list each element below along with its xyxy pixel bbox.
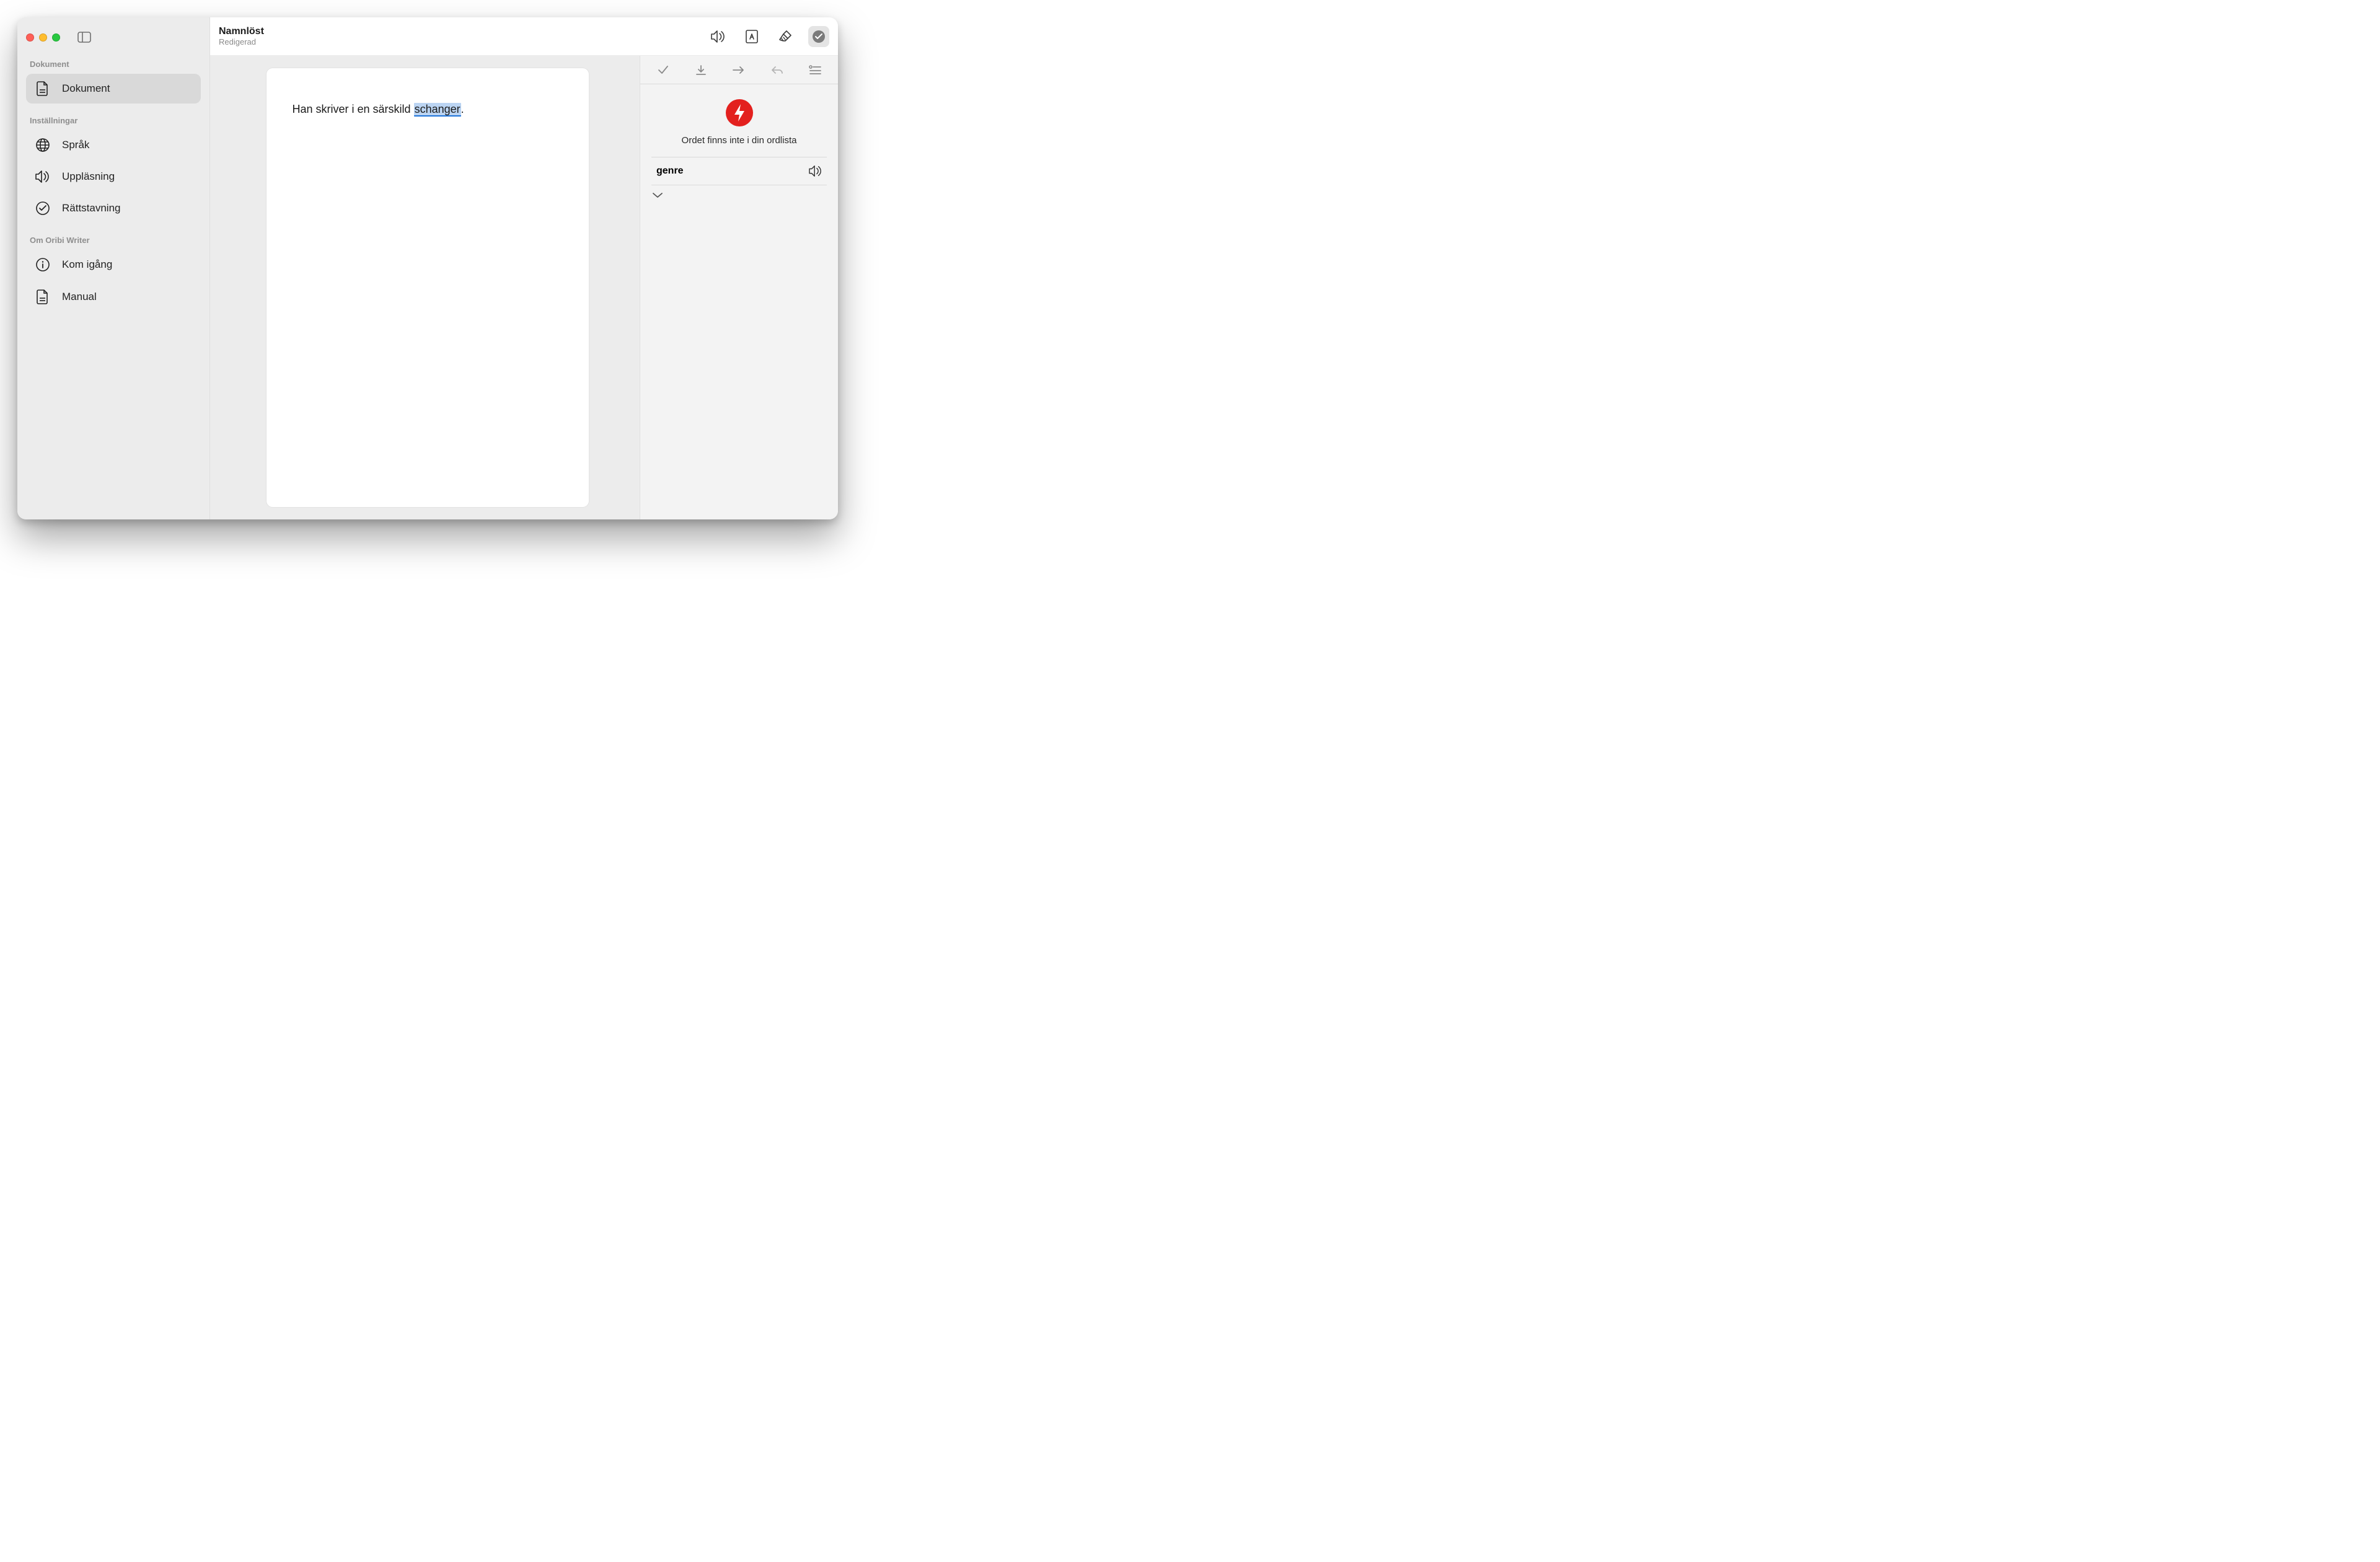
toolbar [708, 26, 829, 47]
editor-text: . [461, 103, 464, 115]
sidebar-item-label: Dokument [62, 82, 110, 95]
editor-text: Han skriver i en särskild [293, 103, 414, 115]
sidebar-item-label: Språk [62, 139, 89, 151]
expand-suggestions-button[interactable] [651, 185, 827, 205]
sidebar-item-rattstavning[interactable]: Rättstavning [26, 193, 201, 223]
error-badge [726, 99, 753, 126]
accept-button[interactable] [652, 60, 674, 80]
titlebar: Namnlöst Redigerad [210, 17, 838, 56]
sidebar-item-label: Uppläsning [62, 170, 115, 183]
arrow-right-icon [732, 65, 746, 75]
main-area: Namnlöst Redigerad [209, 17, 838, 519]
undo-icon [770, 64, 784, 76]
document-title: Namnlöst [219, 26, 264, 37]
app-window: Dokument Dokument Inställningar Språk Up… [17, 17, 838, 519]
section-label-installningar: Inställningar [30, 116, 197, 125]
panel-action-bar [640, 56, 838, 84]
sidebar-item-sprak[interactable]: Språk [26, 130, 201, 160]
spellcheck-toggle-button[interactable] [808, 26, 829, 47]
add-to-dictionary-button[interactable] [690, 60, 712, 80]
suggestion-item[interactable]: genre [651, 157, 827, 185]
title-text: Namnlöst Redigerad [219, 26, 264, 47]
read-aloud-button[interactable] [708, 26, 729, 47]
window-controls-row [26, 26, 201, 48]
section-label-om: Om Oribi Writer [30, 236, 197, 245]
sidebar: Dokument Dokument Inställningar Språk Up… [17, 17, 209, 519]
undo-button[interactable] [766, 60, 788, 80]
speaker-icon [710, 30, 726, 43]
sidebar-item-kom-igang[interactable]: Kom igång [26, 250, 201, 280]
speaker-icon [35, 170, 51, 183]
sidebar-item-manual[interactable]: Manual [26, 282, 201, 312]
panel-body: Ordet finns inte i din ordlista genre [640, 84, 838, 211]
clean-button[interactable] [775, 26, 796, 47]
suggestion-word: genre [656, 165, 684, 177]
list-settings-icon [808, 64, 822, 76]
skip-button[interactable] [728, 60, 750, 80]
sidebar-icon [77, 32, 91, 43]
traffic-lights [26, 33, 60, 42]
spellcheck-panel: Ordet finns inte i din ordlista genre [640, 56, 838, 519]
panel-message: Ordet finns inte i din ordlista [651, 135, 827, 146]
broom-icon [778, 29, 793, 44]
window-minimize-button[interactable] [39, 33, 47, 42]
check-circle-icon [35, 201, 51, 216]
download-icon [695, 64, 707, 76]
chevron-down-icon [651, 192, 664, 199]
sidebar-item-label: Manual [62, 291, 97, 303]
document-editor[interactable]: Han skriver i en särskild schanger. [267, 68, 589, 507]
document-status: Redigerad [219, 38, 264, 46]
section-label-dokument: Dokument [30, 60, 197, 69]
check-icon [657, 64, 669, 76]
sidebar-item-upplasning[interactable]: Uppläsning [26, 162, 201, 191]
window-close-button[interactable] [26, 33, 34, 42]
window-zoom-button[interactable] [52, 33, 60, 42]
lightning-icon [726, 99, 753, 126]
globe-icon [35, 138, 51, 152]
sidebar-item-dokument[interactable]: Dokument [26, 74, 201, 104]
sidebar-item-label: Rättstavning [62, 202, 121, 214]
spelling-error-highlight[interactable]: schanger [414, 103, 461, 117]
speaker-icon [808, 165, 823, 177]
document-icon [35, 289, 51, 304]
dictionary-button[interactable] [741, 26, 762, 47]
dictionary-icon [745, 29, 759, 44]
check-badge-icon [812, 30, 826, 43]
sidebar-item-label: Kom igång [62, 258, 112, 271]
info-icon [35, 257, 51, 272]
toggle-sidebar-button[interactable] [77, 32, 91, 43]
content-row: Han skriver i en särskild schanger. [210, 56, 838, 519]
settings-list-button[interactable] [804, 60, 826, 80]
document-icon [35, 81, 51, 96]
editor-container: Han skriver i en särskild schanger. [210, 56, 640, 519]
speak-suggestion-button[interactable] [808, 165, 823, 177]
